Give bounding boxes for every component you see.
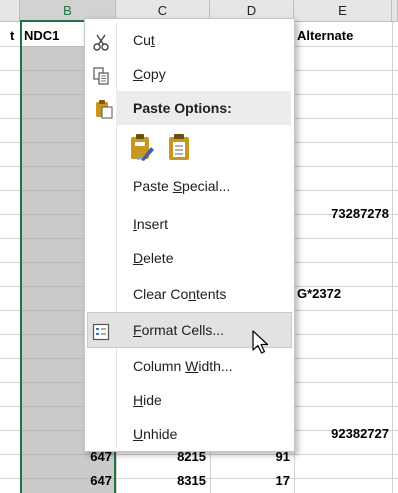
cell-b-647-b[interactable]: 647 xyxy=(22,472,112,489)
menu-label-copy: Copy xyxy=(133,66,166,82)
menu-label-cut: Cut xyxy=(133,32,155,48)
cell-e-92382727[interactable]: 92382727 xyxy=(297,425,389,442)
cell-e1[interactable]: Alternate xyxy=(297,27,391,44)
menu-item-copy[interactable]: Copy xyxy=(85,57,294,91)
paste-icon xyxy=(94,99,114,124)
menu-item-hide[interactable]: Hide xyxy=(85,383,294,417)
paste-options-header: Paste Options: xyxy=(116,91,291,125)
menu-item-paste-special[interactable]: Paste Special... xyxy=(85,169,294,203)
column-header-a[interactable] xyxy=(0,0,20,22)
menu-label-paste-special: Paste Special... xyxy=(133,178,231,194)
menu-label-hide: Hide xyxy=(133,392,162,408)
paste-options-row xyxy=(125,129,205,165)
menu-label-format-cells: Format Cells... xyxy=(133,322,225,338)
column-header-e[interactable]: E xyxy=(294,0,392,22)
cell-e-g2372[interactable]: G*2372 xyxy=(297,285,389,302)
cell-c-8315[interactable]: 8315 xyxy=(118,472,206,489)
paste-values-icon[interactable] xyxy=(165,133,193,166)
menu-label-insert: Insert xyxy=(133,216,169,232)
scissors-icon xyxy=(91,30,111,51)
menu-item-unhide[interactable]: Unhide xyxy=(85,417,294,451)
cell-b1[interactable]: NDC1 xyxy=(24,27,84,44)
paste-keep-formatting-icon[interactable] xyxy=(127,133,155,166)
menu-label-unhide: Unhide xyxy=(133,426,178,442)
mouse-pointer-icon xyxy=(252,330,272,361)
menu-item-delete[interactable]: Delete xyxy=(85,241,294,275)
menu-label-column-width: Column Width... xyxy=(133,358,233,374)
copy-icon xyxy=(91,64,111,85)
column-header-f[interactable] xyxy=(392,0,398,22)
context-menu: Cut Copy Paste Options: Paste Special...… xyxy=(84,18,295,452)
menu-label-clear-contents: Clear Contents xyxy=(133,286,227,302)
format-cells-icon xyxy=(91,320,111,341)
menu-label-delete: Delete xyxy=(133,250,174,266)
menu-item-clear-contents[interactable]: Clear Contents xyxy=(85,277,294,311)
cell-e-73287278[interactable]: 73287278 xyxy=(297,205,389,222)
cell-a1[interactable]: t xyxy=(10,27,20,44)
menu-item-cut[interactable]: Cut xyxy=(85,23,294,57)
cell-d-17[interactable]: 17 xyxy=(212,472,290,489)
menu-item-insert[interactable]: Insert xyxy=(85,207,294,241)
paste-options-label: Paste Options: xyxy=(133,100,232,116)
